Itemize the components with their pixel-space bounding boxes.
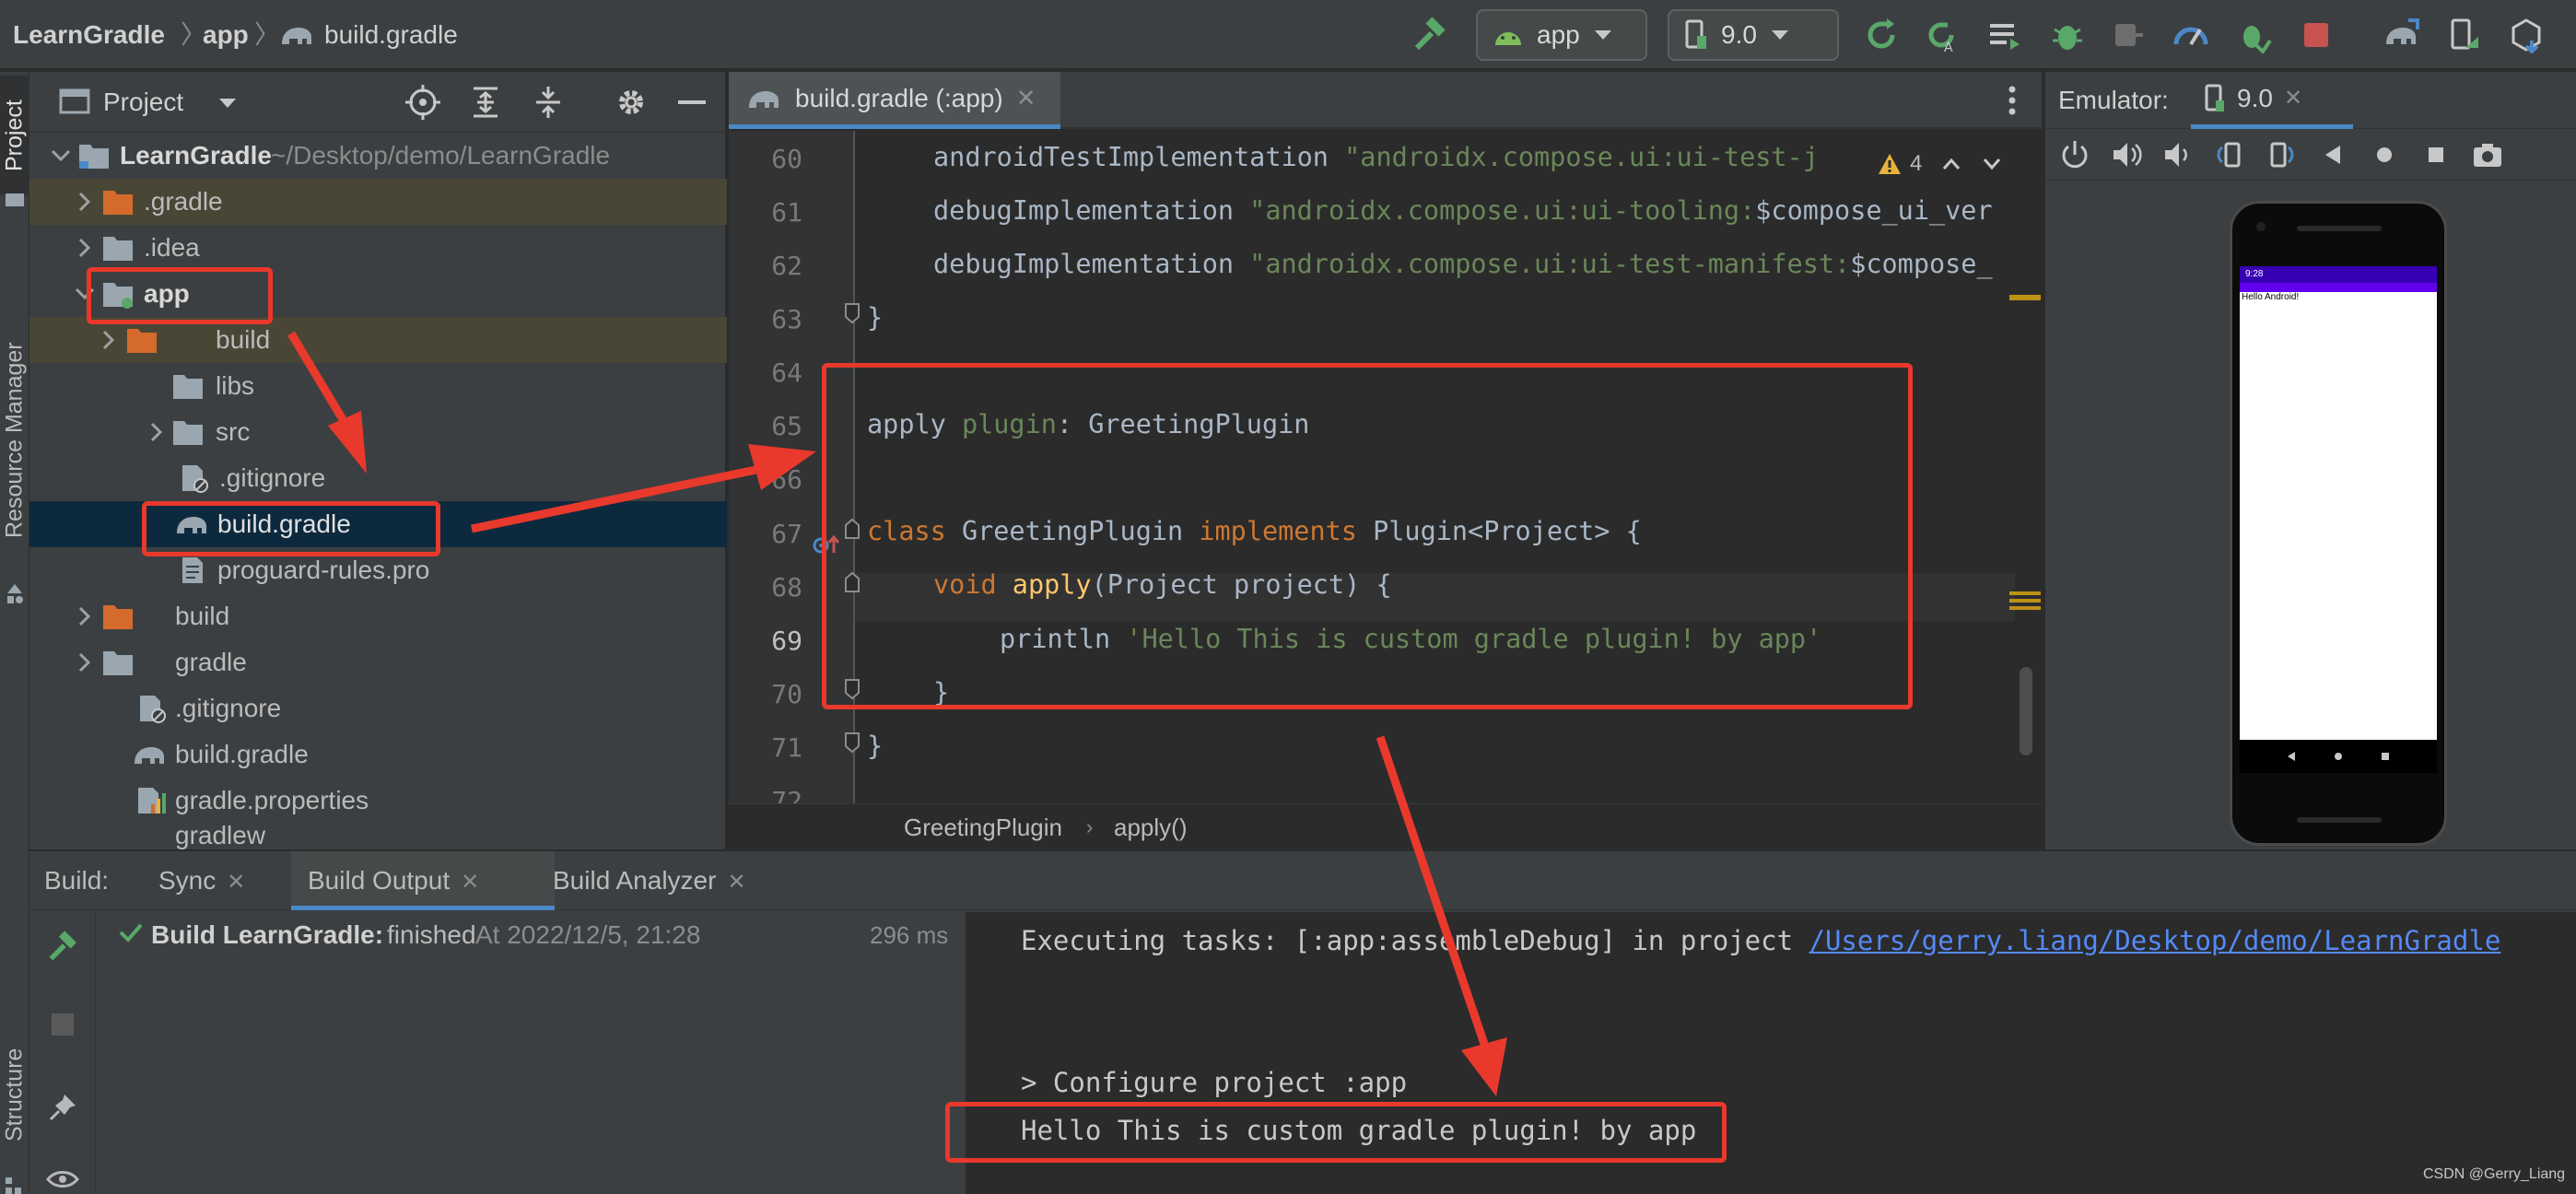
arrow-code-to-output (1376, 735, 1490, 1048)
arrow-app-to-build-gradle (287, 331, 350, 428)
annotation-arrows (287, 331, 1507, 1096)
arrow-build-gradle-to-code (471, 463, 766, 533)
